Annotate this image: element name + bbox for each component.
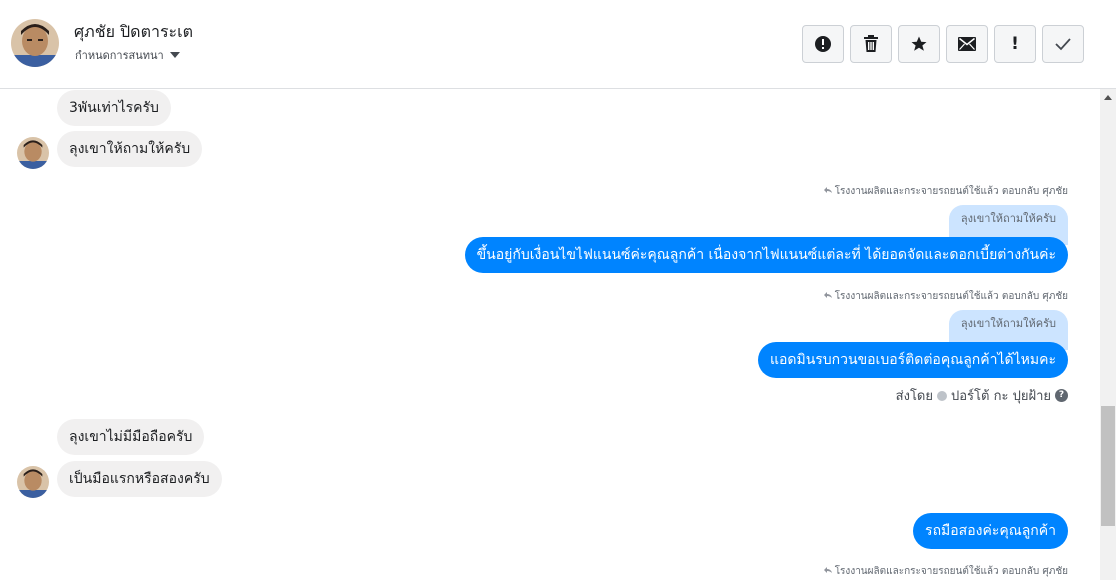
sender-avatar[interactable] (17, 466, 49, 498)
reply-indicator: โรงงานผลิตและกระจายรถยนต์ใช้แล้ว ตอบกลับ… (823, 564, 1068, 579)
star-icon (910, 35, 928, 53)
message-text: ขึ้นอยู่กับเงื่อนไขไฟแนนซ์ค่ะคุณลูกค้า เ… (476, 247, 1056, 263)
reply-indicator: โรงงานผลิตและกระจายรถยนต์ใช้แล้ว ตอบกลับ… (823, 289, 1068, 304)
contact-avatar[interactable] (11, 19, 59, 67)
reply-meta-text: โรงงานผลิตและกระจายรถยนต์ใช้แล้ว ตอบกลับ… (834, 186, 1068, 197)
incoming-message[interactable]: ลุงเขาให้ถามให้ครับ (57, 131, 203, 167)
trash-icon (863, 35, 879, 53)
spam-button[interactable]: ! (994, 25, 1036, 63)
quoted-text: ลุงเขาให้ถามให้ครับ (960, 212, 1056, 225)
conversation-settings-label: กำหนดการสนทนา (75, 49, 164, 62)
help-icon[interactable]: ? (1055, 389, 1068, 402)
message-text: รถมือสองค่ะคุณลูกค้า (925, 523, 1056, 539)
mail-icon (958, 37, 976, 51)
star-button[interactable] (898, 25, 940, 63)
outgoing-message[interactable]: ขึ้นอยู่กับเงื่อนไขไฟแนนซ์ค่ะคุณลูกค้า เ… (464, 237, 1068, 273)
caret-down-icon (169, 52, 180, 58)
verified-icon (937, 390, 947, 401)
incoming-message[interactable]: 3พันเท่าไรครับ (57, 90, 171, 126)
report-button[interactable] (802, 25, 844, 63)
sent-by-prefix: ส่งโดย (895, 389, 933, 404)
report-icon (814, 35, 832, 53)
reply-arrow-icon (823, 291, 832, 302)
thread-scrollbar[interactable] (1100, 89, 1116, 580)
incoming-message[interactable]: เป็นมือแรกหรือสองครับ (57, 461, 222, 497)
conversation-toolbar: ! (802, 25, 1084, 63)
reply-indicator: โรงงานผลิตและกระจายรถยนต์ใช้แล้ว ตอบกลับ… (823, 184, 1068, 199)
outgoing-message[interactable]: แอดมินรบกวนขอเบอร์ติดต่อคุณลูกค้าได้ไหมค… (757, 342, 1068, 378)
reply-meta-text: โรงงานผลิตและกระจายรถยนต์ใช้แล้ว ตอบกลับ… (834, 291, 1068, 302)
outgoing-message[interactable]: รถมือสองค่ะคุณลูกค้า (913, 513, 1068, 549)
contact-name[interactable]: ศุภชัย ปิดตาระเต (74, 20, 193, 45)
sent-by-label: ส่งโดย ปอร์โต้ กะ ปุยฝ้าย ? (896, 385, 1068, 406)
reply-meta-text: โรงงานผลิตและกระจายรถยนต์ใช้แล้ว ตอบกลับ… (834, 566, 1068, 577)
reply-arrow-icon (823, 566, 832, 577)
message-text: 3พันเท่าไรครับ (69, 100, 159, 116)
quoted-text: ลุงเขาให้ถามให้ครับ (960, 317, 1056, 330)
scrollbar-thumb[interactable] (1101, 406, 1115, 526)
delete-button[interactable] (850, 25, 892, 63)
message-text: แอดมินรบกวนขอเบอร์ติดต่อคุณลูกค้าได้ไหมค… (769, 352, 1056, 368)
conversation-settings-dropdown[interactable]: กำหนดการสนทนา (75, 46, 180, 64)
conversation-header: ศุภชัย ปิดตาระเต กำหนดการสนทนา ! (0, 0, 1116, 89)
check-icon (1054, 37, 1072, 51)
exclamation-icon: ! (1011, 34, 1019, 54)
message-text: ลุงเขาให้ถามให้ครับ (69, 141, 191, 157)
message-text: เป็นมือแรกหรือสองครับ (69, 471, 210, 487)
sent-by-name[interactable]: ปอร์โต้ กะ ปุยฝ้าย (951, 385, 1051, 406)
message-text: ลุงเขาไม่มีมือถือครับ (69, 429, 193, 445)
mark-done-button[interactable] (1042, 25, 1084, 63)
scroll-up-arrow-icon[interactable] (1104, 95, 1112, 100)
sender-avatar[interactable] (17, 137, 49, 169)
incoming-message[interactable]: ลุงเขาไม่มีมือถือครับ (57, 419, 205, 455)
mark-unread-button[interactable] (946, 25, 988, 63)
message-thread: 3พันเท่าไรครับ ลุงเขาให้ถามให้ครับ โรงงา… (0, 89, 1100, 580)
reply-arrow-icon (823, 186, 832, 197)
